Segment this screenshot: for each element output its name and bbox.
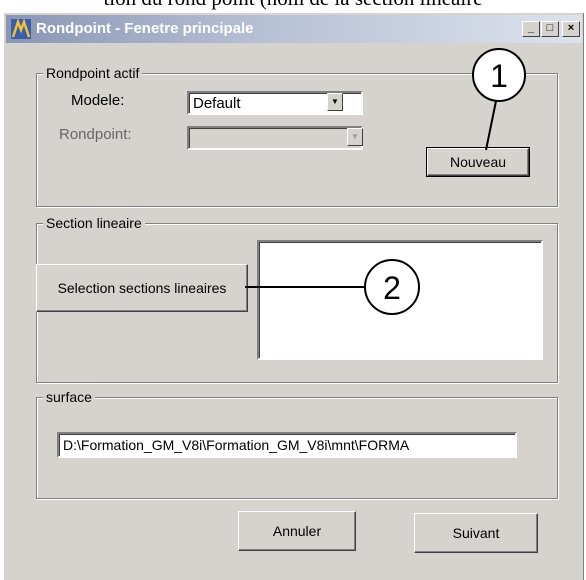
minimize-button[interactable]: _ xyxy=(522,21,540,37)
section-lineaire-group: Section lineaire Selection sections line… xyxy=(36,215,558,383)
rondpoint-select[interactable] xyxy=(187,126,363,150)
annuler-button[interactable]: Annuler xyxy=(238,511,356,551)
surface-group: surface D:\Formation_GM_V8i\Formation_GM… xyxy=(36,389,558,499)
close-button[interactable]: × xyxy=(562,21,580,37)
rondpoint-dropdown-arrow-icon[interactable]: ▼ xyxy=(347,128,363,146)
nouveau-button[interactable]: Nouveau xyxy=(426,147,530,177)
modele-dropdown-arrow-icon[interactable]: ▼ xyxy=(327,93,343,111)
document-caption: tion du rond point (nom de la section li… xyxy=(0,0,586,12)
selection-sections-button[interactable]: Selection sections lineaires xyxy=(36,264,248,312)
section-lineaire-legend: Section lineaire xyxy=(43,215,145,231)
rondpoint-actif-legend: Rondpoint actif xyxy=(43,65,143,81)
dialog-window: Rondpoint - Fenetre principale _ □ × Ron… xyxy=(2,12,584,580)
sections-listbox[interactable] xyxy=(257,240,543,360)
maximize-button[interactable]: □ xyxy=(541,21,559,37)
surface-legend: surface xyxy=(43,389,95,405)
window-title: Rondpoint - Fenetre principale xyxy=(36,20,254,37)
app-icon xyxy=(11,18,31,39)
rondpoint-actif-group: Rondpoint actif Modele: Default Rondpoin… xyxy=(36,65,558,207)
modele-select-value: Default xyxy=(193,95,241,112)
surface-path-value: D:\Formation_GM_V8i\Formation_GM_V8i\mnt… xyxy=(63,437,410,453)
rondpoint-label: Rondpoint: xyxy=(59,126,132,143)
surface-path-input[interactable]: D:\Formation_GM_V8i\Formation_GM_V8i\mnt… xyxy=(57,432,517,458)
suivant-button[interactable]: Suivant xyxy=(414,513,538,553)
modele-label: Modele: xyxy=(71,92,125,109)
title-bar[interactable]: Rondpoint - Fenetre principale _ □ × xyxy=(6,15,582,43)
